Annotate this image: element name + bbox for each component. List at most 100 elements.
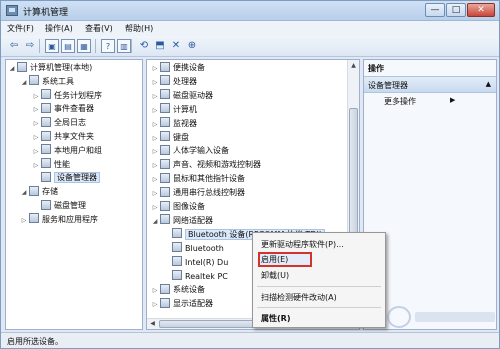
actions-section-device-manager[interactable]: 设备管理器 ▲ (364, 76, 496, 93)
menu-action[interactable]: 操作(A) (45, 23, 73, 34)
tree-item[interactable]: ▷ 图像设备 (151, 200, 205, 213)
menu-help[interactable]: 帮助(H) (125, 23, 153, 34)
tree-item[interactable]: Realtek PC (163, 270, 228, 283)
collapse-icon[interactable]: ▲ (486, 80, 491, 88)
tree-item[interactable]: ▷ 系统设备 (151, 283, 205, 296)
expand-arrow-icon[interactable]: ▷ (151, 173, 159, 186)
menu-item-properties[interactable]: 属性(R) (261, 312, 290, 325)
enable-device-icon[interactable]: ⊕ (185, 39, 199, 53)
device-icon (29, 185, 39, 196)
tree-item[interactable]: ▷ 通用串行总线控制器 (151, 186, 245, 199)
tree-item[interactable]: 磁盘管理 (32, 199, 86, 212)
tree-item[interactable]: ◢ 计算机管理(本地) (8, 61, 92, 74)
expand-arrow-icon[interactable]: ▷ (151, 187, 159, 200)
expand-arrow-icon[interactable]: ▷ (151, 76, 159, 89)
tree-item[interactable]: ▷ 任务计划程序 (32, 89, 102, 102)
tree-item-label: 键盘 (173, 132, 189, 142)
tree-item-label: 声音、视频和游戏控制器 (173, 160, 261, 170)
tree-item[interactable]: ▷ 计算机 (151, 103, 197, 116)
expand-arrow-icon[interactable]: ◢ (20, 186, 28, 199)
context-menu: 更新驱动程序软件(P)... 启用(E) 卸载(U) 扫描检测硬件改动(A) 属… (252, 232, 386, 328)
tree-item[interactable]: ◢ 存储 (20, 185, 58, 198)
toolbar-separator (131, 39, 132, 53)
tree-item[interactable]: ▷ 服务和应用程序 (20, 213, 98, 226)
expand-arrow-icon[interactable]: ▷ (151, 132, 159, 145)
tree-item[interactable]: ▷ 声音、视频和游戏控制器 (151, 158, 261, 171)
expand-arrow-icon[interactable]: ▷ (32, 159, 40, 172)
expand-arrow-icon[interactable]: ▷ (151, 145, 159, 158)
expand-arrow-icon[interactable]: ▷ (32, 131, 40, 144)
tree-item[interactable]: ▷ 共享文件夹 (32, 130, 94, 143)
tree-item[interactable]: ▷ 监视器 (151, 117, 197, 130)
expand-arrow-icon[interactable]: ▷ (151, 90, 159, 103)
tree-item[interactable]: ▷ 人体学输入设备 (151, 144, 229, 157)
tree-item-label: 任务计划程序 (54, 90, 102, 100)
menu-view[interactable]: 查看(V) (85, 23, 113, 34)
actions-header: 操作 (368, 64, 384, 73)
expand-arrow-icon[interactable]: ▷ (151, 284, 159, 297)
show-tree-icon[interactable]: ▤ (61, 39, 75, 53)
tree-item[interactable]: ◢ 网络适配器 (151, 214, 213, 227)
forward-icon[interactable]: ⇨ (23, 39, 37, 53)
device-icon (160, 172, 170, 183)
minimize-button[interactable]: — (425, 3, 445, 17)
maximize-button[interactable]: □ (446, 3, 466, 17)
expand-arrow-icon[interactable]: ▷ (151, 201, 159, 214)
tree-item[interactable]: ▷ 处理器 (151, 75, 197, 88)
close-button[interactable]: ✕ (467, 3, 495, 17)
expand-arrow-icon[interactable]: ▷ (151, 104, 159, 117)
update-driver-icon[interactable]: ⬒ (153, 39, 167, 53)
uninstall-icon[interactable]: ✕ (169, 39, 183, 53)
tree-item[interactable]: 设备管理器 (32, 171, 100, 184)
expand-arrow-icon[interactable]: ▷ (151, 159, 159, 172)
scroll-left-arrow-icon[interactable]: ◀ (147, 319, 158, 329)
back-icon[interactable]: ⇦ (7, 39, 21, 53)
tree-item[interactable]: ▷ 显示适配器 (151, 297, 213, 310)
tree-item[interactable]: Bluetooth (163, 242, 224, 255)
menu-bar: 文件(F) 操作(A) 查看(V) 帮助(H) (1, 21, 499, 36)
expand-arrow-icon[interactable]: ▷ (32, 103, 40, 116)
tree-item-label: 图像设备 (173, 202, 205, 211)
tree-item[interactable]: Intel(R) Du (163, 256, 228, 269)
properties-icon[interactable]: ▦ (77, 39, 91, 53)
expand-arrow-icon[interactable]: ▷ (32, 90, 40, 103)
expand-arrow-icon[interactable]: ▷ (32, 145, 40, 158)
more-actions[interactable]: 更多操作 ▶ (384, 96, 455, 107)
menu-item-uninstall[interactable]: 卸载(U) (261, 269, 289, 282)
expand-arrow-icon[interactable]: ▷ (32, 117, 40, 130)
device-icon (160, 89, 170, 100)
tree-item[interactable]: ▷ 全局日志 (32, 116, 86, 129)
window-title: 计算机管理 (23, 8, 69, 18)
tree-item[interactable]: ◢ 系统工具 (20, 75, 74, 88)
scroll-up-arrow-icon[interactable]: ▲ (348, 60, 359, 71)
menu-item-update-driver[interactable]: 更新驱动程序软件(P)... (261, 238, 344, 251)
expand-arrow-icon[interactable]: ▷ (151, 62, 159, 75)
menu-item-scan-hardware[interactable]: 扫描检测硬件改动(A) (261, 291, 337, 304)
tree-item[interactable]: ▷ 鼠标和其他指针设备 (151, 172, 245, 185)
menu-file[interactable]: 文件(F) (7, 23, 34, 34)
tree-item[interactable]: ▷ 磁盘驱动器 (151, 89, 213, 102)
tree-item-label: Bluetooth (185, 243, 224, 253)
tree-item[interactable]: ▷ 本地用户和组 (32, 144, 102, 157)
tree-item-label: 服务和应用程序 (42, 214, 98, 224)
tree-item-label: 性能 (54, 159, 70, 169)
up-folder-icon[interactable]: ▣ (45, 39, 59, 53)
expand-arrow-icon[interactable]: ▷ (151, 298, 159, 311)
expand-arrow-icon[interactable]: ◢ (20, 76, 28, 89)
console-icon[interactable]: ▥ (117, 39, 131, 53)
expand-arrow-icon[interactable]: ◢ (151, 215, 159, 228)
submenu-arrow-icon: ▶ (450, 96, 456, 104)
scan-icon[interactable]: ⟲ (137, 39, 151, 53)
tree-item[interactable]: ▷ 性能 (32, 158, 70, 171)
help-icon[interactable]: ? (101, 39, 115, 53)
expand-arrow-icon[interactable]: ▷ (20, 214, 28, 227)
device-icon (172, 242, 182, 253)
tree-item-label: 系统工具 (42, 76, 74, 86)
menu-item-enable[interactable]: 启用(E) (261, 253, 288, 266)
expand-arrow-icon[interactable]: ▷ (151, 118, 159, 131)
tree-item[interactable]: ▷ 事件查看器 (32, 102, 94, 115)
expand-arrow-icon[interactable]: ◢ (8, 62, 16, 75)
tree-item[interactable]: ▷ 便携设备 (151, 61, 205, 74)
tree-item-label: 鼠标和其他指针设备 (173, 174, 245, 184)
tree-item[interactable]: ▷ 键盘 (151, 131, 189, 144)
